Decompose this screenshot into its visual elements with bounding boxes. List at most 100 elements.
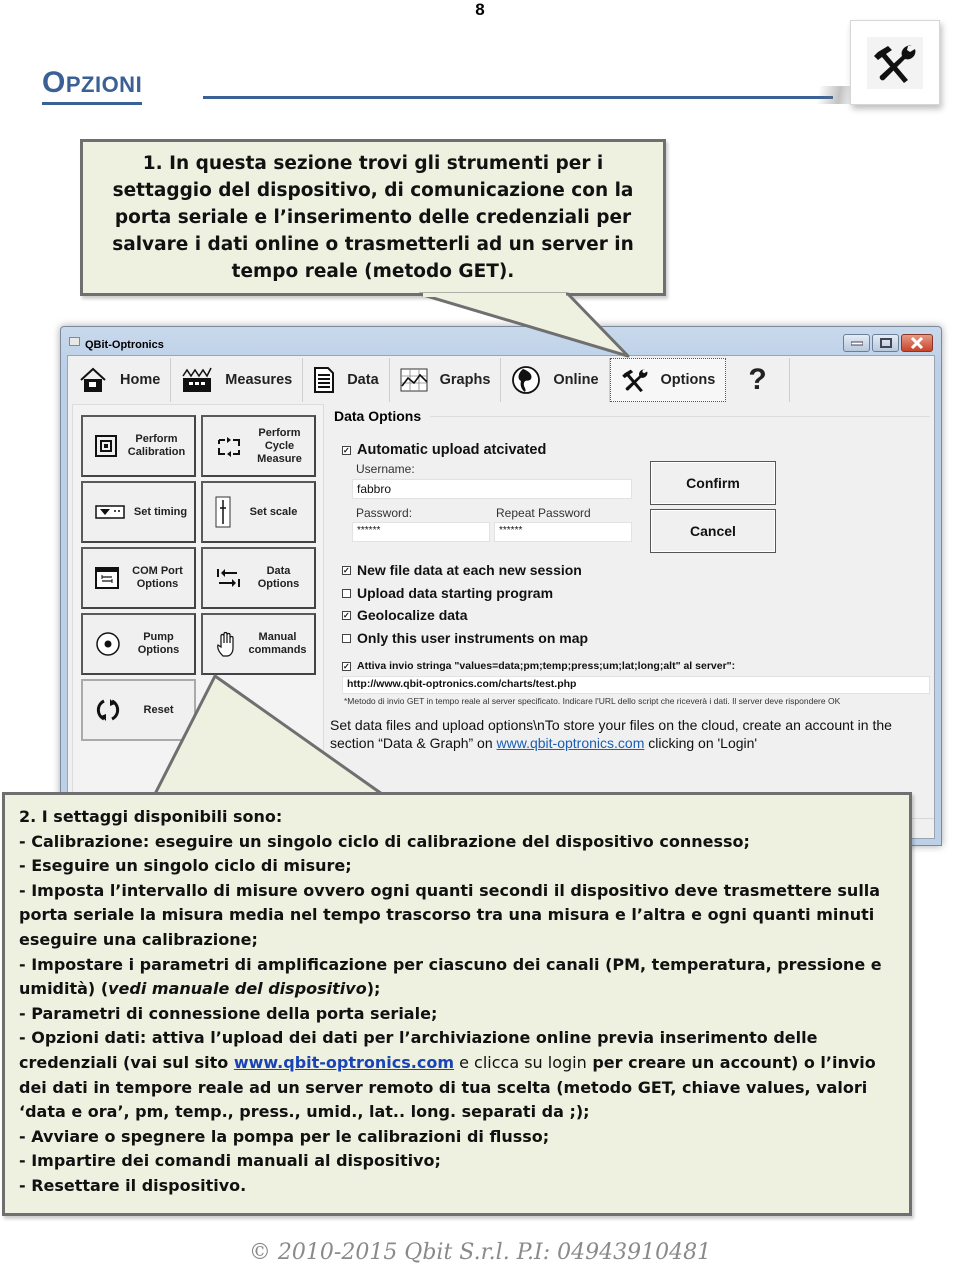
perform-cycle-measure-label: Perform Cycle Measure <box>257 426 302 465</box>
tab-data[interactable]: Data <box>303 358 390 402</box>
footer-copyright: © 2010-2015 Qbit S.r.l. P.I: 04943910481 <box>248 1240 712 1265</box>
tab-home-label: Home <box>120 372 161 388</box>
reset-icon <box>96 699 120 721</box>
set-scale-button[interactable]: Set scale <box>201 481 316 543</box>
settings-item-amplification: - Impostare i parametri di amplificazion… <box>19 953 895 1002</box>
pump-options-button[interactable]: Pump Options <box>81 613 196 675</box>
tab-online[interactable]: Online <box>501 358 610 402</box>
app-window: QBit-Optronics Home Measures Data Graphs… <box>60 326 942 846</box>
close-button[interactable] <box>901 334 933 352</box>
send-string-label: Attiva invio stringa "values=data;pm;tem… <box>357 660 736 672</box>
pump-options-label: Pump Options <box>137 631 180 656</box>
settings-item: - Imposta l’intervallo di misure ovvero … <box>19 880 881 949</box>
send-string-checkbox[interactable]: Attiva invio stringa "values=data;pm;tem… <box>342 660 735 672</box>
checkbox-checked-icon <box>342 445 351 455</box>
section-title-initial: O <box>42 66 66 99</box>
tab-online-label: Online <box>553 372 599 388</box>
tab-graphs-label: Graphs <box>439 372 491 388</box>
pump-icon <box>96 632 120 656</box>
settings-item: - Calibrazione: eseguire un singolo cicl… <box>19 831 750 851</box>
reset-label: Reset <box>143 703 174 716</box>
geolocalize-label: Geolocalize data <box>357 607 468 623</box>
section-title-rest: PZIONI <box>65 72 143 97</box>
minimize-button[interactable] <box>843 334 870 352</box>
com-port-options-button[interactable]: COM Port Options <box>81 547 196 609</box>
tab-measures-label: Measures <box>225 372 293 388</box>
tab-options[interactable]: Options <box>609 358 727 402</box>
only-user-instruments-checkbox[interactable]: Only this user instruments on map <box>342 630 588 646</box>
tab-help[interactable]: ? <box>726 358 790 402</box>
checkbox-checked-icon <box>342 610 351 620</box>
cancel-button[interactable]: Cancel <box>650 509 776 553</box>
title-bar: QBit-Optronics <box>61 327 941 353</box>
data-options-group: Data Options Automatic upload atcivated … <box>330 404 934 834</box>
checkbox-unchecked-icon <box>342 633 351 643</box>
set-timing-button[interactable]: Set timing <box>81 481 196 543</box>
server-url-input[interactable]: http://www.qbit-optronics.com/charts/tes… <box>342 676 930 694</box>
scale-slider-icon <box>215 496 231 528</box>
server-note: *Metodo di invio GET in tempo reale al s… <box>344 696 841 706</box>
tools-icon <box>874 45 916 83</box>
confirm-button[interactable]: Confirm <box>650 461 776 505</box>
minimize-icon <box>850 341 863 346</box>
auto-upload-checkbox[interactable]: Automatic upload atcivated <box>342 442 546 458</box>
set-timing-label: Set timing <box>133 505 188 518</box>
set-scale-label: Set scale <box>249 505 298 518</box>
checkbox-checked-icon <box>342 565 351 575</box>
auto-upload-label: Automatic upload atcivated <box>357 442 547 458</box>
tab-graphs[interactable]: Graphs <box>390 358 502 402</box>
tab-options-label: Options <box>660 372 716 388</box>
data-options-legend: Data Options <box>334 408 426 424</box>
manual-commands-label: Manual commands <box>248 631 307 656</box>
amp-text-post: ); <box>366 979 381 999</box>
maximize-button[interactable] <box>872 334 899 352</box>
window-client-area: Home Measures Data Graphs Online Options <box>67 355 935 839</box>
maximize-icon <box>879 338 892 348</box>
info-text: Set data files and upload options\nTo st… <box>330 716 900 752</box>
perform-cycle-measure-button[interactable]: Perform Cycle Measure <box>201 415 316 477</box>
username-label: Username: <box>356 462 415 476</box>
callout-website-link[interactable]: www.qbit-optronics.com <box>234 1053 454 1072</box>
info-text-part2: clicking on 'Login' <box>644 735 758 751</box>
factory-icon <box>182 367 212 392</box>
timing-icon <box>95 505 125 519</box>
globe-icon <box>512 366 541 394</box>
amp-text-italic: vedi manuale del dispositivo <box>108 979 367 999</box>
new-file-checkbox[interactable]: New file data at each new session <box>342 562 582 578</box>
settings-item: - Resettare il dispositivo. <box>19 1175 247 1195</box>
com-port-options-label: COM Port Options <box>132 565 183 590</box>
checkbox-checked-icon <box>342 661 351 671</box>
hand-icon <box>217 631 234 657</box>
options-section-badge <box>850 20 940 105</box>
repeat-password-label: Repeat Password <box>496 506 591 520</box>
data-text-light: e clicca su login <box>454 1052 587 1072</box>
username-input[interactable]: fabbro <box>352 479 632 499</box>
callout-settings: 2. I settaggi disponibili sono: - Calibr… <box>2 792 912 1216</box>
close-icon <box>910 337 924 349</box>
upload-on-start-label: Upload data starting program <box>357 585 554 601</box>
settings-item: - Avviare o spegnere la pompa per le cal… <box>19 1126 550 1146</box>
tab-home[interactable]: Home <box>68 358 172 402</box>
tab-measures[interactable]: Measures <box>171 358 304 402</box>
window-title: QBit-Optronics <box>85 339 164 351</box>
rule-shadow <box>815 86 855 104</box>
perform-calibration-button[interactable]: Perform Calibration <box>81 415 196 477</box>
settings-item: - Impartire dei comandi manuali al dispo… <box>19 1151 441 1171</box>
repeat-password-input[interactable]: ****** <box>494 522 632 542</box>
data-options-button[interactable]: Data Options <box>201 547 316 609</box>
title-rule <box>203 96 833 99</box>
website-link[interactable]: www.qbit-optronics.com <box>497 735 645 751</box>
manual-commands-button[interactable]: Manual commands <box>201 613 316 675</box>
password-input[interactable]: ****** <box>352 522 490 542</box>
upload-on-start-checkbox[interactable]: Upload data starting program <box>342 585 553 601</box>
reset-button[interactable]: Reset <box>81 679 196 741</box>
callout-intro: 1. In questa sezione trovi gli strumenti… <box>80 139 666 296</box>
com-port-icon <box>95 567 119 589</box>
app-icon <box>69 337 80 346</box>
settings-item: - Parametri di connessione della porta s… <box>19 1003 438 1023</box>
section-title: OPZIONI <box>42 66 143 105</box>
only-user-instruments-label: Only this user instruments on map <box>357 630 589 646</box>
help-icon: ? <box>748 363 767 396</box>
geolocalize-checkbox[interactable]: Geolocalize data <box>342 607 467 623</box>
tab-data-label: Data <box>347 372 379 388</box>
